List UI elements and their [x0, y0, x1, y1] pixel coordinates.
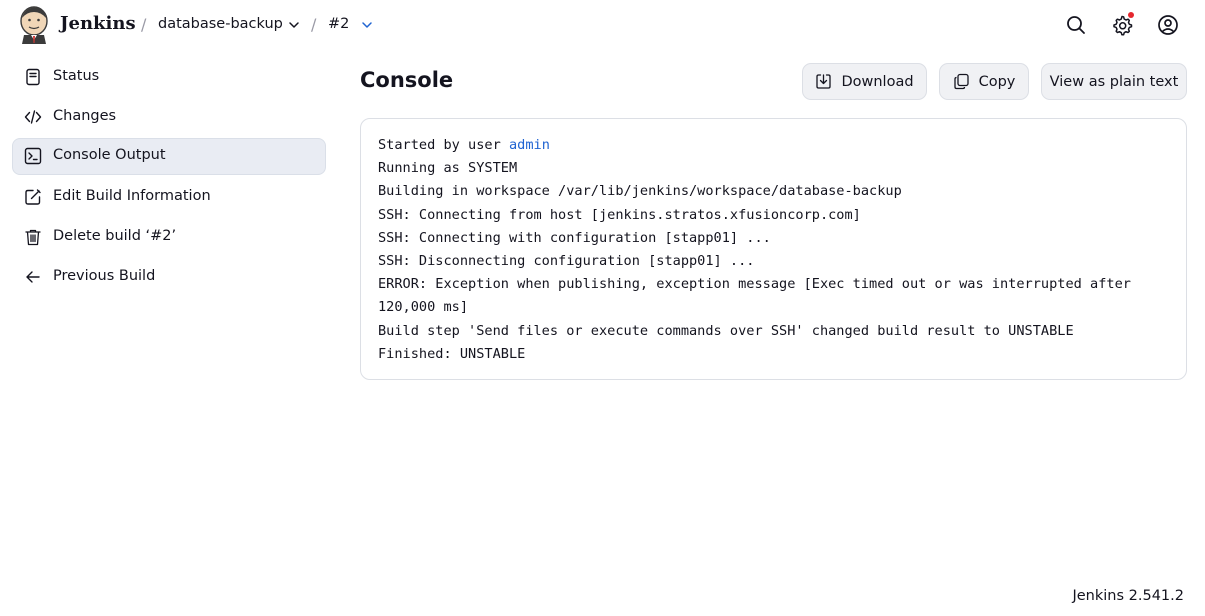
view-plain-text-label: View as plain text	[1049, 73, 1179, 90]
sidebar-item-console-output[interactable]: Console Output	[12, 138, 326, 175]
view-plain-text-button[interactable]: View as plain text	[1041, 63, 1187, 100]
sidebar-item-label: Console Output	[53, 147, 166, 163]
console-line: ERROR: Exception when publishing, except…	[378, 276, 1131, 293]
copy-icon	[953, 73, 969, 90]
sidebar-item-label: Delete build ‘#2’	[53, 228, 177, 244]
breadcrumb-separator: /	[311, 15, 317, 34]
sidebar-item-previous-build[interactable]: Previous Build	[12, 259, 326, 296]
sidebar-item-edit-build[interactable]: Edit Build Information	[12, 179, 326, 216]
console-line: Build step 'Send files or execute comman…	[378, 322, 1074, 339]
sidebar-item-changes[interactable]: Changes	[12, 99, 326, 136]
user-link[interactable]: admin	[509, 137, 550, 153]
console-output[interactable]: Started by user admin Running as SYSTEM …	[360, 118, 1187, 380]
notification-dot	[1128, 12, 1134, 18]
download-button[interactable]: Download	[802, 63, 927, 100]
console-line: 120,000 ms]	[378, 299, 469, 316]
sidebar-item-delete-build[interactable]: Delete build ‘#2’	[12, 219, 326, 256]
sidebar-item-label: Changes	[53, 108, 117, 124]
top-header: Jenkins / database-backup / #2	[0, 0, 1205, 52]
console-line: Building in workspace /var/lib/jenkins/w…	[378, 183, 902, 200]
chevron-down-icon[interactable]	[287, 18, 301, 32]
version-label[interactable]: Jenkins 2.541.2	[1072, 588, 1184, 604]
console-line: Started by user admin	[378, 134, 1169, 157]
edit-icon	[25, 189, 41, 205]
download-label: Download	[841, 73, 914, 90]
sidebar-item-status[interactable]: Status	[12, 59, 326, 96]
breadcrumb-separator: /	[141, 15, 147, 34]
code-icon	[24, 110, 42, 124]
trash-icon	[25, 229, 41, 246]
copy-button[interactable]: Copy	[939, 63, 1029, 100]
jenkins-logo-icon[interactable]	[19, 6, 49, 44]
brand-title[interactable]: Jenkins	[60, 13, 136, 34]
breadcrumb-job[interactable]: database-backup	[158, 16, 283, 32]
console-started-text: Started by user	[378, 137, 509, 153]
sidebar-item-label: Edit Build Information	[53, 188, 211, 204]
sidebar-item-label: Previous Build	[53, 268, 156, 284]
console-line: SSH: Connecting with configuration [stap…	[378, 229, 771, 246]
console-line: Running as SYSTEM	[378, 160, 518, 177]
console-line: Finished: UNSTABLE	[378, 345, 526, 362]
arrow-left-icon	[26, 271, 40, 283]
chevron-down-icon[interactable]	[360, 18, 374, 32]
search-icon[interactable]	[1064, 13, 1088, 37]
breadcrumb-build[interactable]: #2	[328, 16, 349, 32]
download-icon	[816, 74, 832, 89]
page-title: Console	[360, 68, 454, 92]
user-icon[interactable]	[1156, 13, 1180, 37]
sidebar-item-label: Status	[53, 68, 100, 84]
terminal-icon	[24, 147, 42, 165]
console-line: SSH: Disconnecting configuration [stapp0…	[378, 253, 755, 270]
console-line: SSH: Connecting from host [jenkins.strat…	[378, 206, 861, 223]
copy-label: Copy	[978, 73, 1016, 90]
document-icon	[26, 68, 40, 86]
